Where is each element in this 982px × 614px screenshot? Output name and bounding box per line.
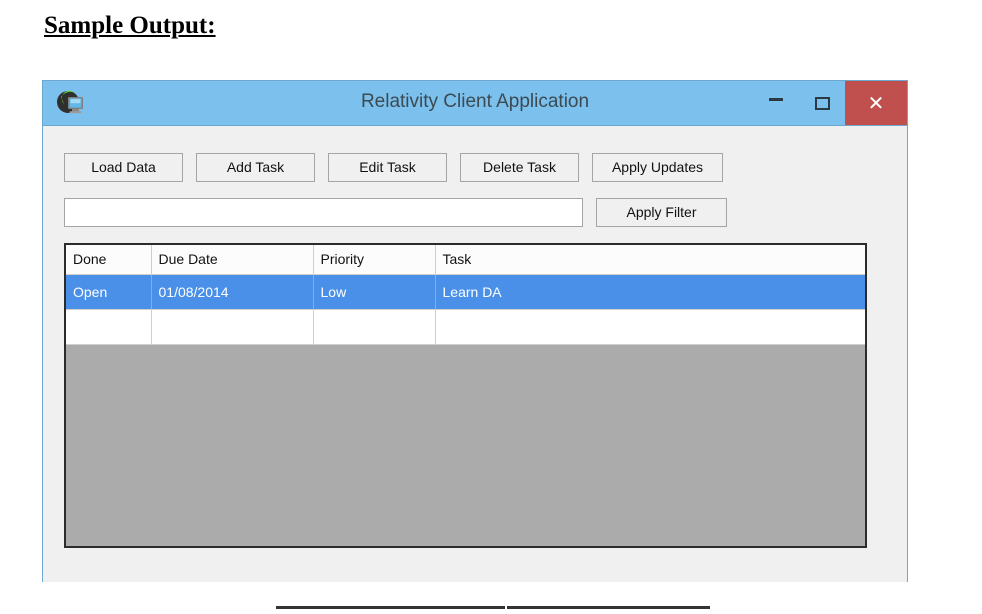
table-row-new[interactable] [66, 309, 865, 345]
toolbar: Load Data Add Task Edit Task Delete Task… [64, 153, 723, 182]
page-title: Sample Output: [44, 12, 216, 39]
task-table: Done Due Date Priority Task Open 01/08/2… [66, 245, 865, 345]
application-window: Relativity Client Application ✕ Load Dat… [42, 80, 908, 582]
table-header-row: Done Due Date Priority Task [66, 245, 865, 275]
table-row[interactable]: Open 01/08/2014 Low Learn DA [66, 274, 865, 310]
cell-priority[interactable] [313, 309, 436, 345]
minimize-button[interactable] [753, 81, 799, 125]
delete-task-button[interactable]: Delete Task [460, 153, 579, 182]
filter-input[interactable] [64, 198, 583, 227]
cell-task[interactable] [435, 309, 865, 345]
column-header-task[interactable]: Task [435, 245, 865, 275]
apply-filter-button[interactable]: Apply Filter [596, 198, 727, 227]
table-body: Open 01/08/2014 Low Learn DA [66, 274, 865, 345]
cell-done[interactable] [66, 309, 152, 345]
title-bar[interactable]: Relativity Client Application ✕ [43, 81, 907, 126]
load-data-button[interactable]: Load Data [64, 153, 183, 182]
column-header-priority[interactable]: Priority [313, 245, 436, 275]
next-figure-top-edge [276, 606, 710, 614]
cell-due-date[interactable] [151, 309, 314, 345]
add-task-button[interactable]: Add Task [196, 153, 315, 182]
column-header-done[interactable]: Done [66, 245, 152, 275]
cell-priority[interactable]: Low [313, 274, 436, 310]
next-figure-column-divider [505, 606, 507, 609]
edit-task-button[interactable]: Edit Task [328, 153, 447, 182]
cell-task[interactable]: Learn DA [435, 274, 865, 310]
filter-row: Apply Filter [64, 198, 727, 227]
cell-done[interactable]: Open [66, 274, 152, 310]
table-header: Done Due Date Priority Task [66, 245, 865, 275]
task-data-grid[interactable]: Done Due Date Priority Task Open 01/08/2… [64, 243, 867, 548]
close-button[interactable]: ✕ [845, 81, 907, 125]
maximize-icon [814, 96, 830, 110]
apply-updates-button[interactable]: Apply Updates [592, 153, 723, 182]
window-body: Load Data Add Task Edit Task Delete Task… [43, 126, 907, 582]
cell-due-date[interactable]: 01/08/2014 [151, 274, 314, 310]
column-header-due-date[interactable]: Due Date [151, 245, 314, 275]
app-monitor-icon [55, 88, 85, 118]
window-controls: ✕ [753, 81, 907, 125]
minimize-icon [769, 97, 783, 101]
maximize-button[interactable] [799, 81, 845, 125]
